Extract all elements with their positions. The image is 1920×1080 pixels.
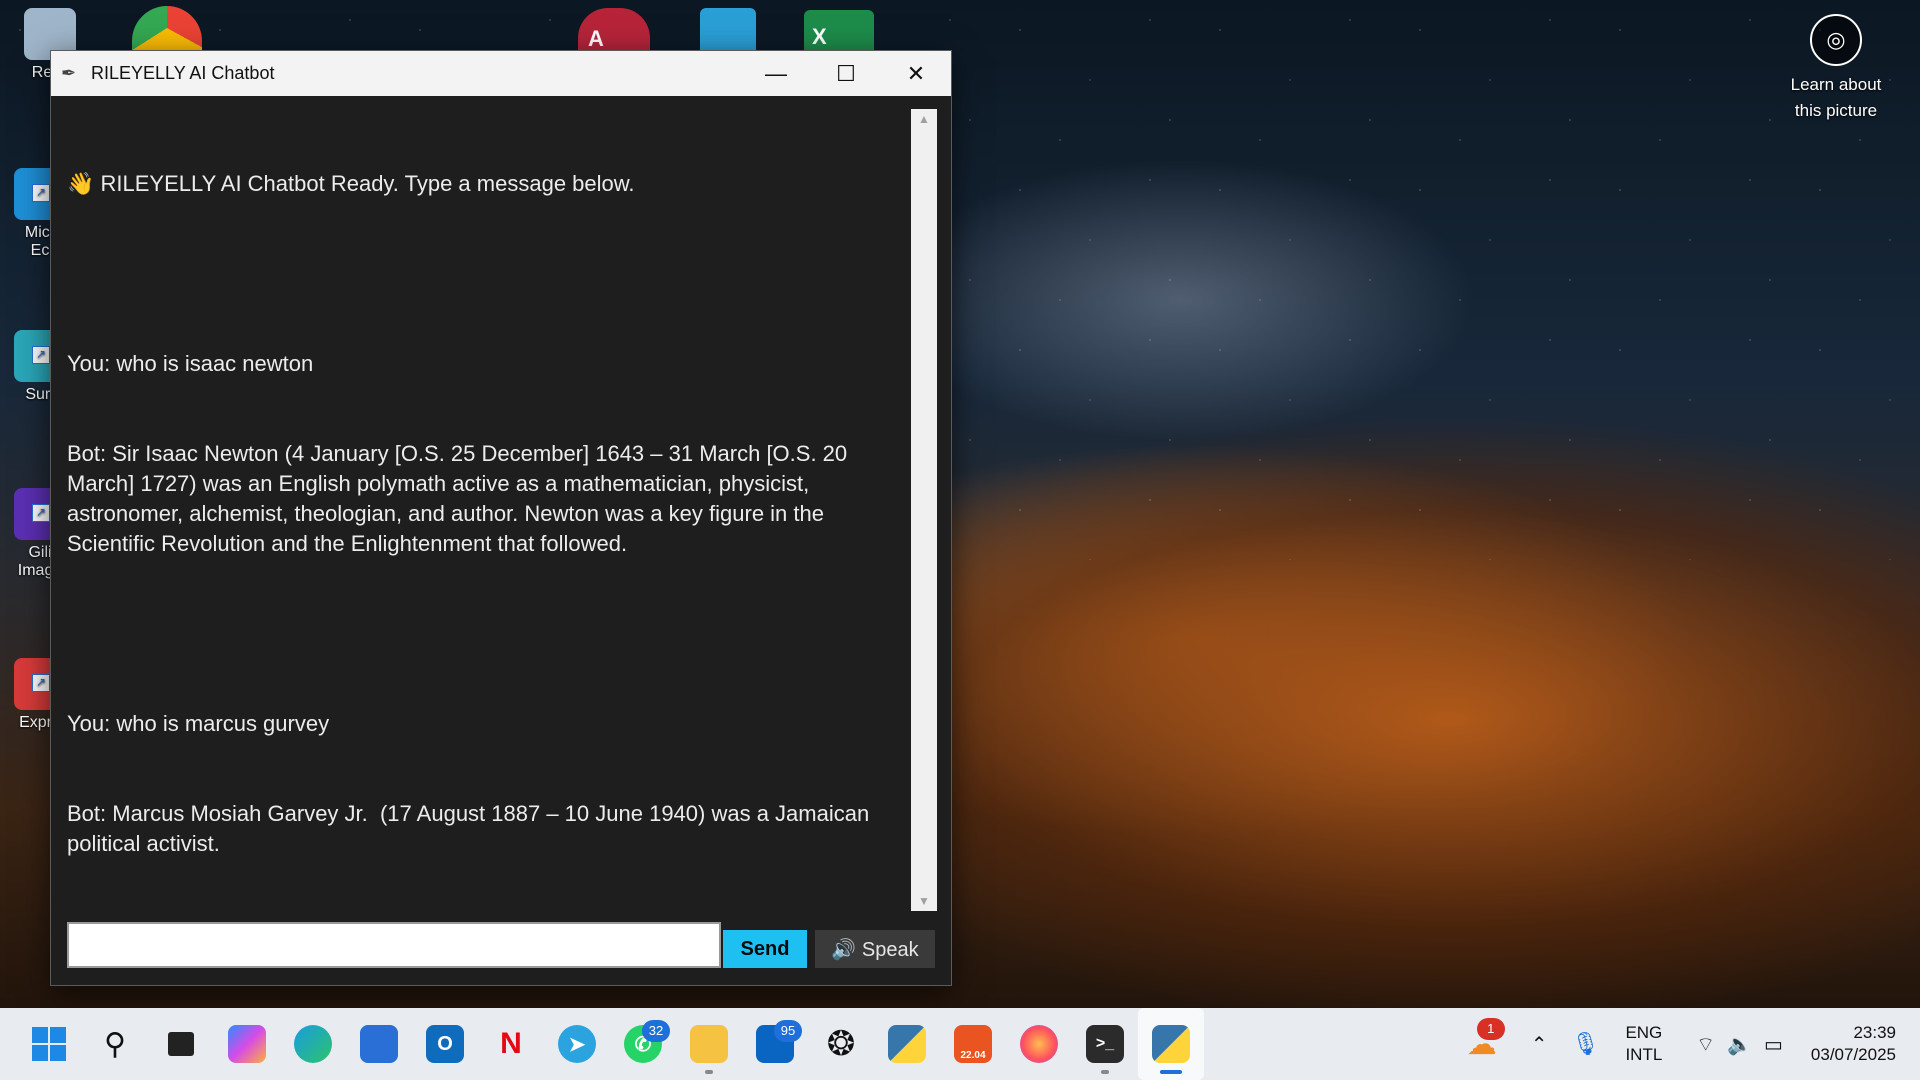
language-indicator[interactable]: ENG INTL [1625, 1022, 1662, 1066]
outlook-icon: O [426, 1025, 464, 1063]
telegram-icon: ➤ [558, 1025, 596, 1063]
start-button[interactable] [16, 1008, 82, 1080]
chatgpt-button[interactable]: ❂ [808, 1008, 874, 1080]
folder-icon [690, 1025, 728, 1063]
search-icon: ⚲ [104, 1027, 126, 1061]
shortcut-arrow-icon: ↗ [32, 674, 50, 692]
terminal-button[interactable]: >_ [1072, 1008, 1138, 1080]
close-button[interactable]: ✕ [881, 51, 951, 96]
chat-line-blank [67, 259, 887, 289]
whatsapp-badge: 32 [642, 1020, 670, 1042]
lang-bottom: INTL [1625, 1045, 1663, 1064]
clock[interactable]: 23:39 03/07/2025 [1811, 1022, 1896, 1066]
terminal-icon: >_ [1086, 1025, 1124, 1063]
netflix-icon: N [500, 1027, 522, 1060]
speak-button[interactable]: 🔊 Speak [815, 930, 935, 968]
message-input[interactable] [67, 922, 721, 968]
title-bar[interactable]: ✒ RILEYELLY AI Chatbot — ☐ ✕ [51, 51, 951, 96]
window-title: RILEYELLY AI Chatbot [91, 63, 275, 83]
edge-button[interactable] [280, 1008, 346, 1080]
chat-line-blank [67, 619, 887, 649]
lang-top: ENG [1625, 1023, 1663, 1042]
copilot-icon [228, 1025, 266, 1063]
python-button[interactable] [874, 1008, 940, 1080]
scroll-down-arrow-icon[interactable]: ▼ [911, 891, 937, 911]
chat-line-user: You: who is marcus gurvey [67, 711, 330, 736]
store-button[interactable] [346, 1008, 412, 1080]
learn-about-label: Learn about this picture [1790, 75, 1882, 120]
maximize-button[interactable]: ☐ [811, 51, 881, 96]
ubuntu-version-label: 22.04 [960, 1050, 986, 1061]
task-view-icon [168, 1032, 194, 1056]
weather-widget[interactable]: ☁ 1 [1449, 1008, 1515, 1080]
clock-date: 03/07/2025 [1810, 1045, 1896, 1064]
notepad-desktop-icon[interactable] [700, 8, 756, 50]
outlook-badge: 95 [774, 1020, 802, 1042]
shortcut-arrow-icon: ↗ [32, 346, 50, 364]
running-indicator [1101, 1070, 1109, 1074]
outlook-new-button[interactable]: 95 [742, 1008, 808, 1080]
minimize-button[interactable]: — [741, 51, 811, 96]
system-tray: ☁ 1 ⌃ 🎙 ENG INTL ⌔🔈▭ 23:39 03/07/2025 [1449, 1008, 1920, 1080]
chat-line-ready: 👋 RILEYELLY AI Chatbot Ready. Type a mes… [67, 171, 635, 196]
input-row: Send 🔊 Speak [67, 922, 937, 972]
netflix-button[interactable]: N [478, 1008, 544, 1080]
quick-settings[interactable]: ⌔🔈▭ [1696, 1032, 1795, 1057]
windows-logo-icon [32, 1027, 66, 1061]
chat-line-bot: Bot: Sir Isaac Newton (4 January [O.S. 2… [67, 441, 854, 556]
shortcut-arrow-icon: ↗ [32, 184, 50, 202]
volume-icon: 🔈 [1727, 1033, 1764, 1056]
feather-icon: ✒ [61, 63, 77, 83]
weather-badge: 1 [1476, 1018, 1505, 1040]
edge-icon [294, 1025, 332, 1063]
scroll-track[interactable] [911, 129, 937, 891]
task-view-button[interactable] [148, 1008, 214, 1080]
chevron-up-icon[interactable]: ⌃ [1531, 1032, 1548, 1057]
firefox-button[interactable] [1006, 1008, 1072, 1080]
chat-transcript: 👋 RILEYELLY AI Chatbot Ready. Type a mes… [67, 109, 887, 919]
whatsapp-button[interactable]: ✆ 32 [610, 1008, 676, 1080]
active-indicator [1160, 1070, 1182, 1074]
chat-log[interactable]: 👋 RILEYELLY AI Chatbot Ready. Type a mes… [63, 109, 919, 911]
shortcut-arrow-icon: ↗ [32, 504, 50, 522]
excel-desktop-icon[interactable]: X [804, 10, 874, 50]
microphone-icon[interactable]: 🎙 [1572, 1031, 1600, 1057]
python-app-icon [1152, 1025, 1190, 1063]
camera-lens-icon: ◎ [1810, 14, 1862, 66]
learn-about-picture[interactable]: ◎ Learn about this picture [1776, 14, 1896, 124]
chat-line-user: You: who is isaac newton [67, 351, 314, 376]
chat-scrollbar[interactable]: ▲ ▼ [911, 109, 937, 911]
access-desktop-icon[interactable]: A [578, 8, 650, 51]
store-icon [360, 1025, 398, 1063]
scroll-up-arrow-icon[interactable]: ▲ [911, 109, 937, 129]
battery-icon: ▭ [1764, 1033, 1795, 1056]
send-button[interactable]: Send [723, 930, 807, 968]
python-icon [888, 1025, 926, 1063]
ubuntu-icon: 22.04 [954, 1025, 992, 1063]
firefox-icon [1020, 1025, 1058, 1063]
chatbot-window: ✒ RILEYELLY AI Chatbot — ☐ ✕ 👋 RILEYELLY… [50, 50, 952, 986]
ubuntu-button[interactable]: 22.04 [940, 1008, 1006, 1080]
telegram-button[interactable]: ➤ [544, 1008, 610, 1080]
copilot-button[interactable] [214, 1008, 280, 1080]
running-indicator [705, 1070, 713, 1074]
python-app-button[interactable] [1138, 1008, 1204, 1080]
clock-time: 23:39 [1853, 1023, 1896, 1042]
file-explorer-button[interactable] [676, 1008, 742, 1080]
search-button[interactable]: ⚲ [82, 1008, 148, 1080]
chatgpt-icon: ❂ [826, 1025, 856, 1063]
taskbar: ⚲ O N ➤ ✆ 32 95 ❂ 22.04 >_ ☁ 1 ⌃ 🎙 ENG I… [0, 1008, 1920, 1080]
outlook-button[interactable]: O [412, 1008, 478, 1080]
wifi-icon: ⌔ [1696, 1033, 1728, 1056]
chat-line-bot: Bot: Marcus Mosiah Garvey Jr. (17 August… [67, 801, 876, 856]
